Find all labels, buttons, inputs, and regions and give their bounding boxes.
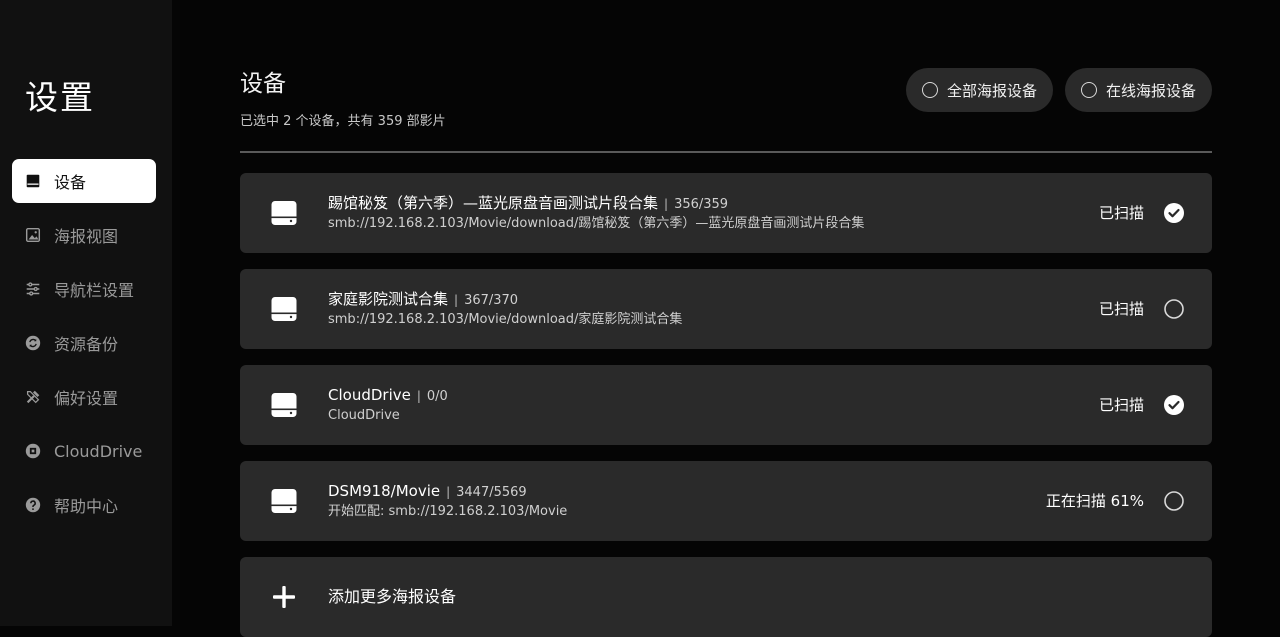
unchecked-circle-icon[interactable] [1164,491,1184,511]
sidebar-nav: 设备 海报视图 导航栏设置 资源备份 偏好设置 CloudDrive 帮助中心 [12,159,156,537]
sidebar-item-preferences[interactable]: 偏好设置 [12,375,156,419]
page-subtitle: 已选中 2 个设备，共有 359 部影片 [240,114,446,129]
sidebar-item-label: 资源备份 [54,335,119,354]
drive-icon [271,297,297,321]
device-path: 开始匹配: smb://192.168.2.103/Movie [328,504,568,519]
device-card[interactable]: CloudDrive | 0/0 CloudDrive 已扫描 [240,365,1212,445]
device-name-line: 踢馆秘笈（第六季）—蓝光原盘音画测试片段合集 | 356/359 [328,193,728,215]
separator: | [454,293,459,307]
help-icon [24,496,42,514]
image-icon [24,226,42,244]
filter-label: 全部海报设备 [946,81,1037,100]
sidebar-item-label: 设备 [54,173,87,192]
device-name: 踢馆秘笈（第六季）—蓝光原盘音画测试片段合集 [328,194,659,212]
sidebar-item-clouddrive[interactable]: CloudDrive [12,429,156,473]
device-count: 367/370 [464,293,519,308]
check-circle-icon[interactable] [1164,203,1184,223]
add-device-label: 添加更多海报设备 [328,587,457,606]
filter-all-poster-devices[interactable]: 全部海报设备 [905,68,1053,112]
drive-icon [271,489,297,513]
sidebar-item-label: CloudDrive [54,441,143,461]
unchecked-circle-icon[interactable] [1164,299,1184,319]
sidebar-item-label: 导航栏设置 [54,281,135,300]
device-card[interactable]: 踢馆秘笈（第六季）—蓝光原盘音画测试片段合集 | 356/359 smb://192… [240,173,1212,253]
sidebar-item-devices[interactable]: 设备 [12,159,156,203]
plus-icon [273,586,295,608]
drive-icon [271,201,297,225]
sliders-icon [24,280,42,298]
separator: | [416,389,421,403]
radio-icon [1080,82,1097,98]
drive-icon [271,393,297,417]
sidebar-item-label: 帮助中心 [54,497,119,516]
device-name: 家庭影院测试合集 [328,290,449,308]
page-title: 设备 [240,71,286,97]
filter-group: 全部海报设备 在线海报设备 [905,68,1212,112]
filter-online-poster-devices[interactable]: 在线海报设备 [1064,68,1212,112]
device-name: DSM918/Movie [328,482,441,500]
divider [240,151,1212,153]
device-name-line: 家庭影院测试合集 | 367/370 [328,289,518,311]
device-count: 3447/5569 [456,485,527,500]
device-name: CloudDrive [328,386,411,404]
device-status: 已扫描 [1098,300,1144,318]
main-panel: 设备 已选中 2 个设备，共有 359 部影片 全部海报设备 在线海报设备 踢馆… [240,0,1212,637]
device-name-line: CloudDrive | 0/0 [328,385,448,407]
sidebar-item-label: 偏好设置 [54,389,119,408]
sidebar-item-navbar-settings[interactable]: 导航栏设置 [12,267,156,311]
sidebar-item-backup[interactable]: 资源备份 [12,321,156,365]
device-status: 已扫描 [1098,204,1144,222]
radio-icon [921,82,938,98]
settings-title: 设置 [25,78,95,117]
sidebar-item-help[interactable]: 帮助中心 [12,483,156,527]
clouddrive-icon [24,442,42,460]
separator: | [446,485,451,499]
device-status: 已扫描 [1098,396,1144,414]
sync-icon [24,334,42,352]
device-path: smb://192.168.2.103/Movie/download/踢馆秘笈（… [328,216,865,231]
sidebar-item-label: 海报视图 [54,227,119,246]
device-card[interactable]: DSM918/Movie | 3447/5569 开始匹配: smb://192.1… [240,461,1212,541]
device-card[interactable]: 家庭影院测试合集 | 367/370 smb://192.168.2.103/Mov… [240,269,1212,349]
device-count: 356/359 [674,197,729,212]
device-list: 踢馆秘笈（第六季）—蓝光原盘音画测试片段合集 | 356/359 smb://192… [240,173,1212,637]
tools-icon [24,388,42,406]
add-device-button[interactable]: 添加更多海报设备 [240,557,1212,637]
device-count: 0/0 [426,389,448,404]
drive-icon [24,172,42,190]
device-name-line: DSM918/Movie | 3447/5569 [328,481,527,503]
filter-label: 在线海报设备 [1105,81,1196,100]
sidebar: 设置 设备 海报视图 导航栏设置 资源备份 偏好设置 CloudDrive 帮助… [0,0,172,626]
device-status: 正在扫描 61% [1045,492,1144,510]
device-path: CloudDrive [328,408,400,423]
device-path: smb://192.168.2.103/Movie/download/家庭影院测… [328,312,683,327]
sidebar-item-poster-view[interactable]: 海报视图 [12,213,156,257]
separator: | [664,197,669,211]
check-circle-icon[interactable] [1164,395,1184,415]
